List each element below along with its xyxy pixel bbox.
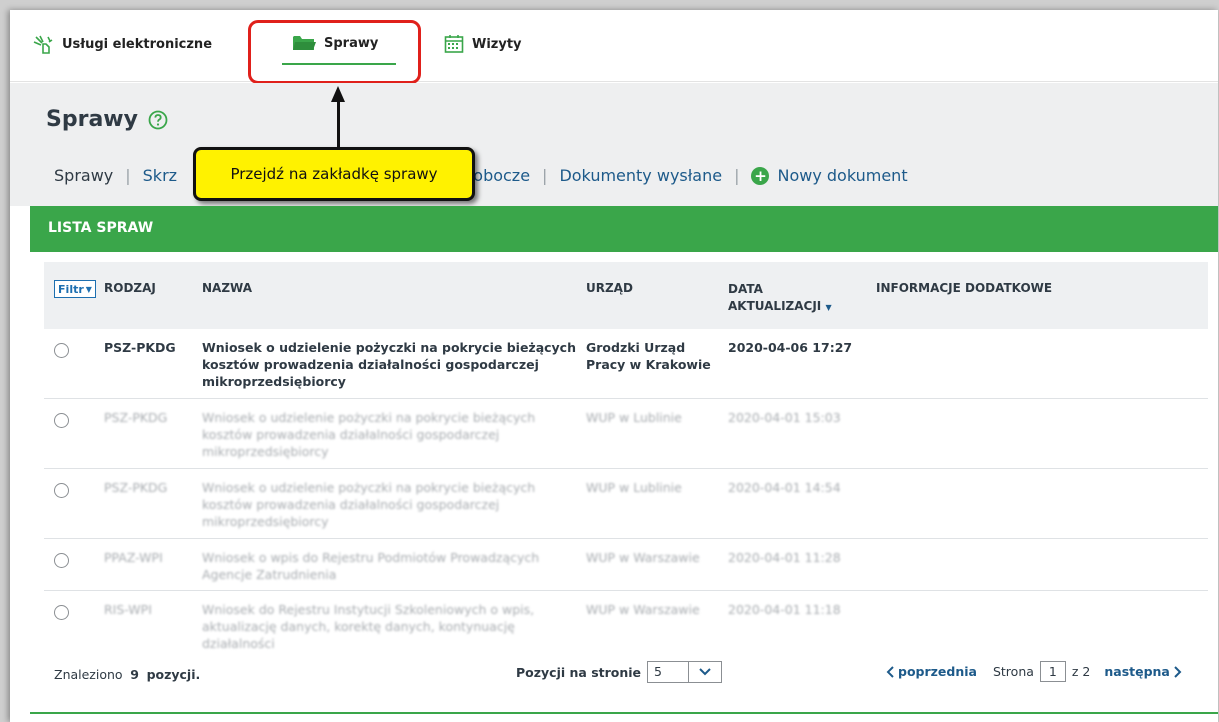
app-window: Usługi elektroniczne Sprawy Wizyty Spraw… xyxy=(10,10,1218,722)
per-page-select[interactable]: 5 xyxy=(647,661,722,683)
subnav-separator: | xyxy=(734,166,740,185)
column-informacje[interactable]: INFORMACJE DODATKOWE xyxy=(876,281,1052,295)
annotation-arrow xyxy=(337,100,340,148)
nav-wizyty-tab[interactable]: Wizyty xyxy=(444,34,522,54)
cell-urzad: Grodzki Urząd Pracy w Krakowie xyxy=(586,340,711,372)
annotation-arrow-head xyxy=(331,86,345,102)
per-page-label: Pozycji na stronie xyxy=(516,664,642,680)
list-header: LISTA SPRAW xyxy=(30,206,1218,252)
per-page-value: 5 xyxy=(648,662,689,682)
filter-label: Filtr xyxy=(58,282,84,296)
page-label: Strona xyxy=(992,664,1034,679)
pagination-controls: poprzednia Strona 1 z 2 następna xyxy=(886,661,1182,682)
chevron-right-icon xyxy=(1174,665,1182,678)
cell-urzad: WUP w Lublinie xyxy=(586,410,682,425)
column-data-label: DATA AKTUALIZACJI xyxy=(728,282,822,313)
page-header-band xyxy=(10,83,1218,206)
bottom-divider xyxy=(30,712,1218,714)
cell-urzad: WUP w Lublinie xyxy=(586,480,682,495)
top-navigation: Usługi elektroniczne Sprawy Wizyty xyxy=(10,10,1218,84)
callout-text: Przejdź na zakładkę sprawy xyxy=(230,165,438,183)
cell-rodzaj: PSZ-PKDG xyxy=(104,480,168,495)
nav-wizyty-label: Wizyty xyxy=(472,36,522,52)
page-title: Sprawy xyxy=(46,107,168,132)
table-row[interactable]: PSZ-PKDG Wniosek o udzielenie pożyczki n… xyxy=(44,329,1208,399)
cell-nazwa: Wniosek o udzielenie pożyczki na pokryci… xyxy=(202,480,536,529)
calendar-icon xyxy=(444,35,464,53)
table-row[interactable]: PSZ-PKDG Wniosek o udzielenie pożyczki n… xyxy=(44,469,1208,539)
cell-nazwa: Wniosek o udzielenie pożyczki na pokryci… xyxy=(202,340,576,389)
cell-data: 2020-04-01 15:03 xyxy=(728,410,841,425)
question-circle-icon[interactable] xyxy=(148,110,168,130)
nav-uslugi-elektroniczne[interactable]: Usługi elektroniczne xyxy=(32,34,212,54)
found-count-badge: 9 xyxy=(122,665,147,684)
cell-nazwa: Wniosek do Rejestru Instytucji Szkolenio… xyxy=(202,602,535,651)
sub-navigation: Sprawy | Skrz robocze | Dokumenty wysłan… xyxy=(54,166,908,185)
next-page-link[interactable]: następna xyxy=(1104,664,1182,679)
sparkle-icon xyxy=(33,35,53,54)
found-suffix: pozycji. xyxy=(146,667,201,682)
cell-data: 2020-04-01 11:28 xyxy=(728,550,841,565)
chevron-left-icon xyxy=(886,665,894,678)
table-row[interactable]: PSZ-PKDG Wniosek o udzielenie pożyczki n… xyxy=(44,399,1208,469)
cell-data: 2020-04-06 17:27 xyxy=(728,340,853,355)
cell-urzad: WUP w Warszawie xyxy=(586,550,700,565)
cell-nazwa: Wniosek o udzielenie pożyczki na pokryci… xyxy=(202,410,536,459)
column-nazwa[interactable]: NAZWA xyxy=(202,281,252,295)
cell-rodzaj: RIS-WPI xyxy=(104,602,152,617)
subnav-sprawy[interactable]: Sprawy xyxy=(54,166,113,185)
cell-data: 2020-04-01 11:18 xyxy=(728,602,841,617)
cell-urzad: WUP w Warszawie xyxy=(586,602,700,617)
subnav-nowy-dokument[interactable]: Nowy dokument xyxy=(777,166,907,185)
cases-table: Filtr ▼ RODZAJ NAZWA URZĄD DATA AKTUALIZ… xyxy=(30,252,1218,712)
subnav-dokumenty-wyslane[interactable]: Dokumenty wysłane xyxy=(559,166,722,185)
page-number-input[interactable]: 1 xyxy=(1039,661,1066,682)
page-total: z 2 xyxy=(1071,664,1091,679)
filter-button[interactable]: Filtr ▼ xyxy=(54,280,96,298)
callout-tooltip: Przejdź na zakładkę sprawy xyxy=(193,147,475,201)
column-urzad[interactable]: URZĄD xyxy=(586,281,633,295)
next-page-label: następna xyxy=(1104,664,1170,679)
column-data-aktualizacji[interactable]: DATA AKTUALIZACJI ▼ xyxy=(728,281,858,316)
cell-rodzaj: PSZ-PKDG xyxy=(104,340,176,355)
table-header: Filtr ▼ RODZAJ NAZWA URZĄD DATA AKTUALIZ… xyxy=(44,262,1208,329)
row-radio[interactable] xyxy=(54,483,69,498)
caret-down-icon: ▼ xyxy=(85,284,92,294)
plus-circle-icon[interactable]: + xyxy=(751,166,770,185)
row-radio[interactable] xyxy=(54,605,69,620)
list-header-title: LISTA SPRAW xyxy=(48,220,154,236)
row-radio[interactable] xyxy=(54,553,69,568)
nav-uslugi-label: Usługi elektroniczne xyxy=(62,36,213,52)
cell-nazwa: Wniosek o wpis do Rejestru Podmiotów Pro… xyxy=(202,550,540,582)
cell-rodzaj: PSZ-PKDG xyxy=(104,410,168,425)
subnav-separator: | xyxy=(542,166,548,185)
sort-desc-icon: ▼ xyxy=(825,303,832,312)
row-radio[interactable] xyxy=(54,343,69,358)
results-count: Znaleziono 9 pozycji. xyxy=(54,665,200,684)
page-title-text: Sprawy xyxy=(46,107,138,132)
found-prefix: Znaleziono xyxy=(54,667,123,682)
tab-highlight-annotation xyxy=(248,20,421,84)
per-page-control: Pozycji na stronie 5 xyxy=(516,661,722,683)
table-row[interactable]: PPAZ-WPI Wniosek o wpis do Rejestru Podm… xyxy=(44,539,1208,591)
pagination-bar: Znaleziono 9 pozycji. Pozycji na stronie… xyxy=(44,650,1208,694)
prev-page-label: poprzednia xyxy=(898,664,977,679)
subnav-separator: | xyxy=(125,166,131,185)
cell-data: 2020-04-01 14:54 xyxy=(728,480,841,495)
subnav-robocze[interactable]: robocze xyxy=(467,166,530,185)
row-radio[interactable] xyxy=(54,413,69,428)
prev-page-link[interactable]: poprzednia xyxy=(886,664,977,679)
chevron-down-icon[interactable] xyxy=(689,668,721,676)
column-rodzaj[interactable]: RODZAJ xyxy=(104,281,156,295)
cell-rodzaj: PPAZ-WPI xyxy=(104,550,163,565)
subnav-skrzynka[interactable]: Skrz xyxy=(143,166,177,185)
table-row[interactable]: RIS-WPI Wniosek do Rejestru Instytucji S… xyxy=(44,591,1208,653)
